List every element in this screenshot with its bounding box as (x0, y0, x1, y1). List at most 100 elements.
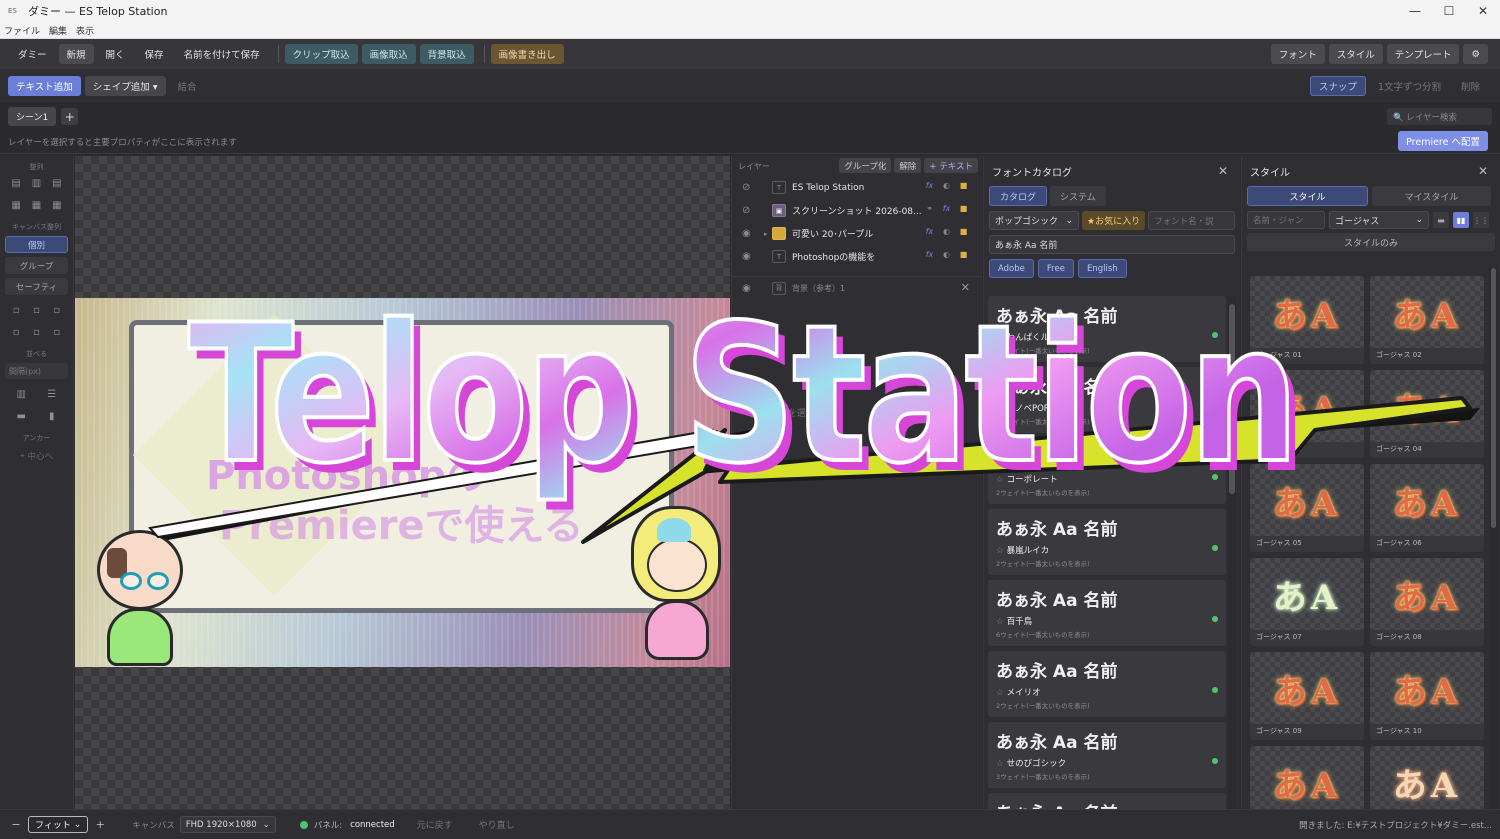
style-card[interactable]: ▭あAゴージャス 09 (1250, 652, 1364, 740)
align-right-icon[interactable]: ▤ (50, 176, 64, 190)
layer-row[interactable]: ⊘ T ES Telop Station fx ◐ ■ (732, 176, 982, 199)
lock-icon[interactable]: ■ (955, 204, 972, 213)
star-icon[interactable]: ☆ (996, 475, 1004, 485)
link-icon[interactable]: ⚭ (921, 204, 938, 213)
tag-adobe[interactable]: Adobe (989, 259, 1034, 278)
star-icon[interactable]: ☆ (996, 546, 1004, 556)
style-only-toggle[interactable]: スタイルのみ (1247, 233, 1495, 251)
clip-import-button[interactable]: クリップ取込 (284, 44, 358, 64)
ungroup-button[interactable]: 解除 (894, 158, 922, 173)
menu-file[interactable]: ファイル (4, 24, 40, 37)
star-icon[interactable]: ☆ (996, 404, 1004, 414)
star-icon[interactable]: ☆ (996, 759, 1004, 769)
style-card[interactable]: あA ゴージャス 04 (1370, 370, 1484, 458)
blend-icon[interactable]: ◐ (938, 181, 955, 190)
style-card[interactable]: あA ゴージャス 03 (1250, 370, 1364, 458)
export-image-button[interactable]: 画像書き出し (490, 44, 564, 64)
star-icon[interactable]: ☆ (996, 688, 1004, 698)
eye-off-icon[interactable]: ⊘ (742, 182, 754, 193)
close-window-button[interactable]: ✕ (1466, 0, 1500, 22)
tab-system[interactable]: システム (1050, 186, 1106, 206)
style-card[interactable]: ▭あAゴージャス 10 (1370, 652, 1484, 740)
style-card[interactable]: あA (1250, 746, 1364, 809)
scrollbar-thumb[interactable] (1229, 304, 1235, 494)
canvas-align-middle-icon[interactable]: ▫ (29, 325, 43, 339)
canvas-size-select[interactable]: FHD 1920×1080 ⌄ (179, 816, 276, 833)
font-search-input[interactable]: フォント名・説 (1148, 211, 1235, 230)
layer-row[interactable]: ◉ T Photoshopの機能を fx ◐ ■ (732, 245, 982, 268)
menu-edit[interactable]: 編集 (49, 24, 67, 37)
bg-import-button[interactable]: 背景取込 (419, 44, 474, 64)
fx-icon[interactable]: fx (921, 250, 938, 259)
align-center-icon[interactable]: ▥ (29, 176, 43, 190)
layer-row[interactable]: ⊘ ▣ スクリーンショット 2026-08... ⚭ fx ■ (732, 199, 982, 222)
layer-row[interactable]: ◉ ▸ 可愛い 20･パープル fx ◐ ■ (732, 222, 982, 245)
align-top-icon[interactable]: ▦ (9, 198, 23, 212)
align-left-icon[interactable]: ▤ (9, 176, 23, 190)
style-card[interactable]: ▭あAゴージャス 08 (1370, 558, 1484, 646)
font-list-scrollbar[interactable] (1228, 296, 1236, 809)
snap-toggle[interactable]: スナップ (1309, 76, 1366, 96)
style-scrollbar[interactable] (1490, 268, 1497, 809)
lock-icon[interactable]: ■ (955, 181, 972, 190)
expand-chevron-icon[interactable]: ▸ (764, 230, 768, 238)
font-card[interactable]: あぁ永 Aa 名前 ☆ わんぱくルイカ 1ウェイト(一番太いものを表示) (988, 296, 1226, 362)
style-card[interactable]: あA ゴージャス 07 (1250, 558, 1364, 646)
font-card[interactable]: あぁ永 Aa 名前 ☆ メイリオ 2ウェイト(一番太いものを表示) (988, 651, 1226, 717)
group-button[interactable]: グループ (5, 257, 68, 274)
maximize-button[interactable]: ☐ (1432, 0, 1466, 22)
close-icon[interactable]: ✕ (961, 281, 970, 294)
add-text-layer-button[interactable]: + テキスト (924, 158, 978, 173)
fx-icon[interactable]: fx (921, 181, 938, 190)
center-anchor-button[interactable]: ⌖ 中心へ (5, 447, 68, 464)
eye-off-icon[interactable]: ⊘ (742, 205, 754, 216)
zoom-out-button[interactable]: − (8, 818, 24, 831)
settings-icon[interactable]: ⚙ (1463, 44, 1488, 64)
close-icon[interactable]: ✕ (1214, 162, 1232, 180)
image-import-button[interactable]: 画像取込 (361, 44, 416, 64)
undo-button[interactable]: 元に戻す (413, 818, 457, 831)
equal-height-icon[interactable]: ▮ (45, 409, 59, 423)
group-layers-button[interactable]: グループ化 (839, 158, 892, 173)
font-card[interactable]: あぁ永 Aa 名前 ☆ ラノベPOP 1ウェイト(一番太いものを表示) (988, 367, 1226, 433)
favorites-filter-button[interactable]: ★お気に入り (1082, 211, 1146, 230)
premiere-place-button[interactable]: Premiere へ配置 (1398, 131, 1488, 151)
artboard[interactable]: Photoshopの Premiereで使える (75, 298, 730, 667)
menu-view[interactable]: 表示 (76, 24, 94, 37)
blend-icon[interactable]: ◐ (938, 227, 955, 236)
canvas-align-top-icon[interactable]: ▫ (9, 325, 23, 339)
save-button[interactable]: 保存 (137, 44, 172, 64)
eye-icon[interactable]: ◉ (742, 228, 754, 239)
tag-english[interactable]: English (1077, 259, 1127, 278)
font-card[interactable]: あぁ永 Aa 名前 ☆ 百千鳥 6ウェイト(一番太いものを表示) (988, 580, 1226, 646)
background-layer-row[interactable]: ◉ 背 背景（参考）1 ✕ (732, 276, 982, 299)
grid3-view-icon[interactable]: ⋮⋮ (1473, 212, 1489, 228)
font-panel-button[interactable]: フォント (1270, 44, 1325, 64)
distribute-vertical-icon[interactable]: ☰ (45, 387, 59, 401)
open-button[interactable]: 開く (98, 44, 133, 64)
template-panel-button[interactable]: テンプレート (1386, 44, 1460, 64)
delete-button[interactable]: 削除 (1453, 76, 1488, 96)
font-card[interactable]: あぁ永 Aa 名前 (988, 793, 1226, 809)
style-card[interactable]: あA (1370, 746, 1484, 809)
add-shape-button[interactable]: シェイプ追加 ▾ (84, 76, 166, 96)
scrollbar-thumb[interactable] (1491, 268, 1496, 528)
close-icon[interactable]: ✕ (1474, 162, 1492, 180)
eye-icon[interactable]: ◉ (742, 251, 754, 262)
canvas-align-left-icon[interactable]: ▫ (9, 303, 23, 317)
font-category-select[interactable]: ポップゴシック ⌄ (989, 211, 1079, 230)
redo-button[interactable]: やり直し (475, 818, 519, 831)
new-button[interactable]: 新規 (58, 44, 94, 64)
zoom-in-button[interactable]: + (92, 818, 108, 831)
style-category-select[interactable]: ゴージャス ⌄ (1329, 211, 1429, 229)
layer-search-input[interactable]: 🔍 レイヤー検索 (1387, 108, 1492, 125)
font-card[interactable]: あぁ永 Aa 名前 ☆ 暴嵐ルイカ 2ウェイト(一番太いものを表示) (988, 509, 1226, 575)
blend-icon[interactable]: ◐ (938, 250, 955, 259)
tag-free[interactable]: Free (1037, 259, 1074, 278)
distribute-horizontal-icon[interactable]: ▥ (14, 387, 28, 401)
font-card[interactable]: あぁ永 Aa 名前 ☆ せのびゴシック 3ウェイト(一番太いものを表示) (988, 722, 1226, 788)
tab-style[interactable]: スタイル (1247, 186, 1368, 206)
add-scene-button[interactable]: + (61, 108, 79, 125)
star-icon[interactable]: ☆ (996, 617, 1004, 627)
safe-area-button[interactable]: セーフティ (5, 278, 68, 295)
